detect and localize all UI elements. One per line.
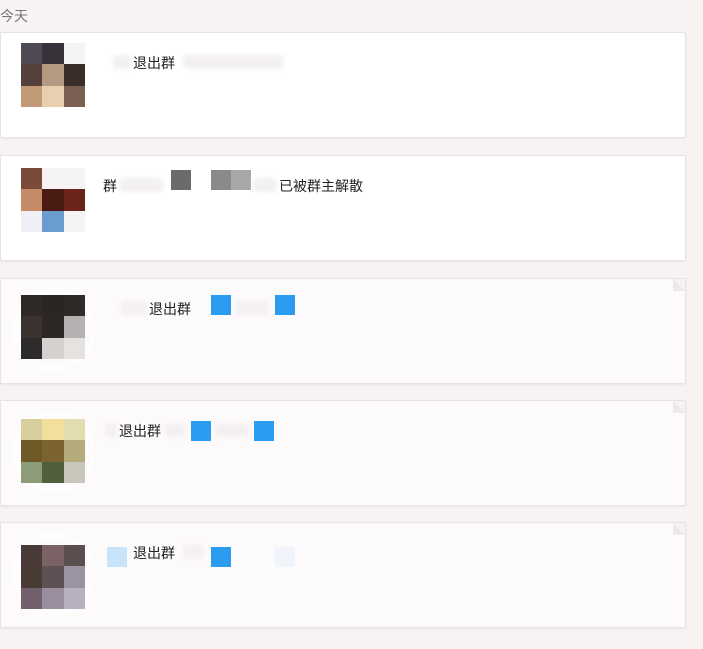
notification-text-suffix: 已被群主解散 bbox=[279, 179, 363, 195]
redacted-name bbox=[105, 423, 117, 437]
redacted-block bbox=[275, 295, 295, 315]
notification-card[interactable]: 退出群 bbox=[0, 278, 686, 384]
redacted-block bbox=[254, 421, 274, 441]
avatar[interactable] bbox=[21, 168, 85, 232]
avatar[interactable] bbox=[21, 295, 85, 359]
redacted-group-name bbox=[215, 423, 249, 437]
notification-card[interactable]: 退出群 bbox=[0, 522, 686, 628]
card-corner-fold bbox=[673, 401, 685, 413]
redacted-block bbox=[211, 295, 231, 315]
notification-text: 退出群 bbox=[133, 56, 175, 72]
redacted-group-name bbox=[253, 178, 277, 192]
card-corner-fold bbox=[673, 279, 685, 291]
redacted-block bbox=[211, 170, 231, 190]
avatar[interactable] bbox=[21, 545, 85, 609]
redacted-group-name bbox=[235, 301, 269, 315]
redacted-block bbox=[231, 170, 251, 190]
redacted-block bbox=[107, 547, 127, 567]
redacted-name bbox=[113, 55, 131, 69]
date-section-header: 今天 bbox=[0, 9, 28, 25]
redacted-group-name bbox=[119, 178, 163, 192]
redacted-group-name bbox=[183, 55, 283, 69]
avatar[interactable] bbox=[21, 43, 85, 107]
redacted-block bbox=[211, 547, 231, 567]
notification-card[interactable]: 退出群 bbox=[0, 400, 686, 506]
redacted-group-name bbox=[183, 545, 203, 559]
notification-text-prefix: 群 bbox=[103, 179, 117, 195]
redacted-block bbox=[191, 421, 211, 441]
notification-text: 退出群 bbox=[133, 546, 175, 562]
redacted-group-name bbox=[165, 423, 185, 437]
notification-card[interactable]: 退出群 bbox=[0, 32, 686, 138]
notification-text: 退出群 bbox=[119, 424, 161, 440]
redacted-name bbox=[121, 301, 147, 315]
redacted-block bbox=[171, 170, 191, 190]
card-corner-fold bbox=[673, 523, 685, 535]
notification-text: 退出群 bbox=[149, 302, 191, 318]
notification-card[interactable]: 群 已被群主解散 bbox=[0, 155, 686, 261]
redacted-block bbox=[275, 547, 295, 567]
avatar[interactable] bbox=[21, 419, 85, 483]
